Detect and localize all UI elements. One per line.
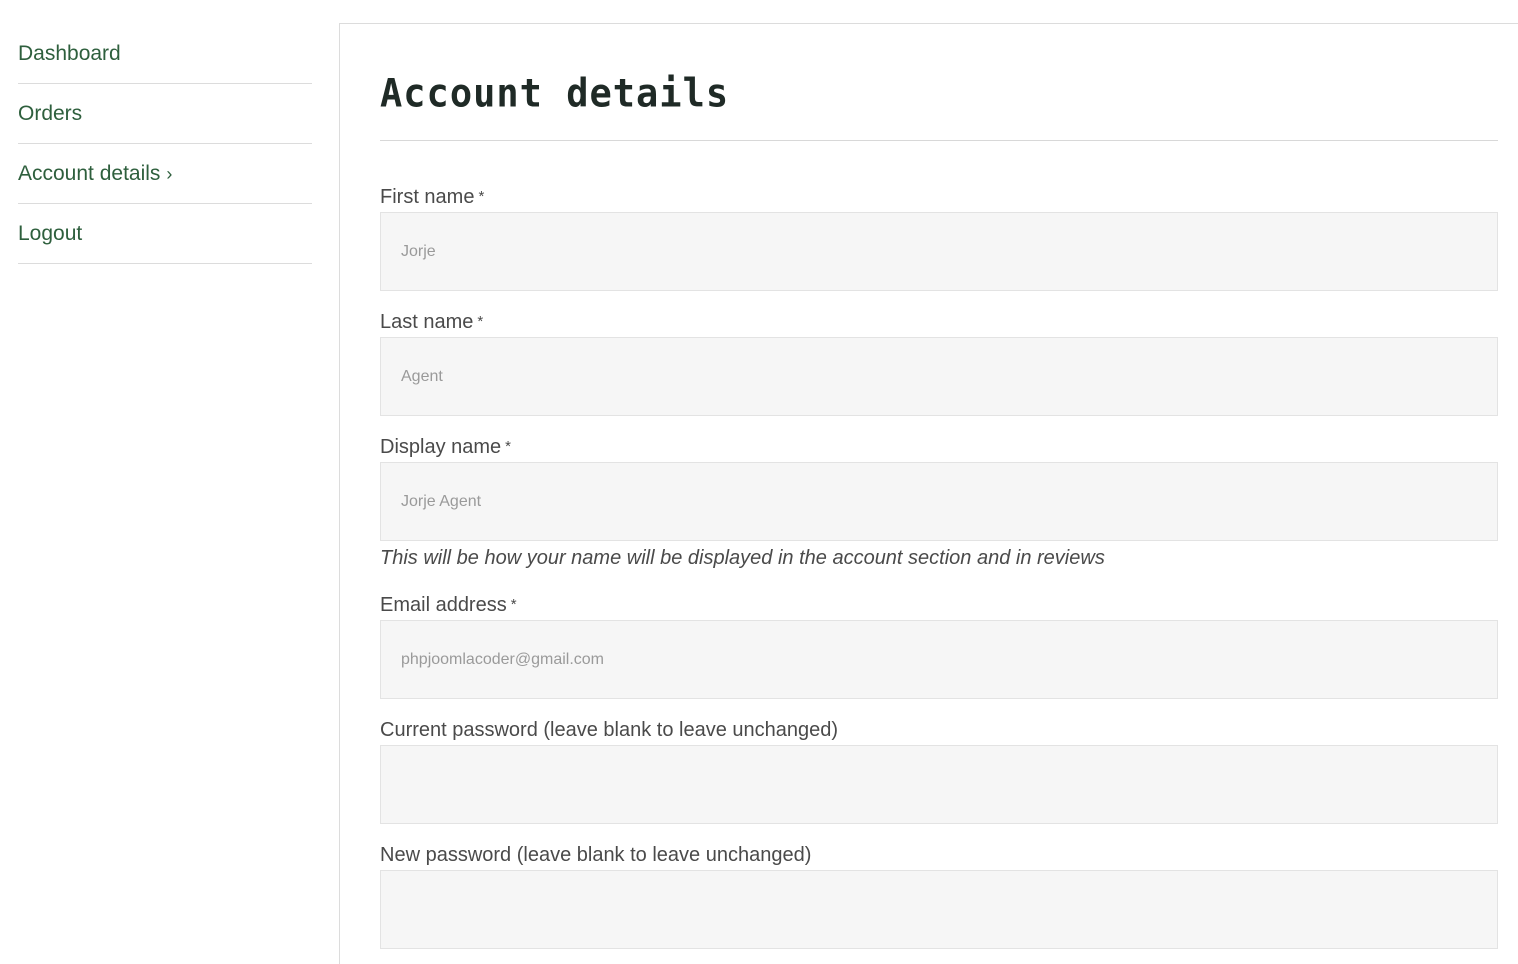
required-mark: * — [478, 188, 485, 205]
new-password-label: New password (leave blank to leave uncha… — [380, 844, 812, 866]
required-mark: * — [505, 438, 512, 455]
display-name-hint: This will be how your name will be displ… — [380, 547, 1105, 569]
required-mark: * — [510, 596, 517, 613]
display-name-field-group: Display name * — [380, 432, 1498, 541]
sidebar-item-account-details[interactable]: Account details › — [18, 144, 312, 204]
sidebar-item-label: Logout — [18, 222, 83, 245]
first-name-label: First name * — [380, 186, 485, 208]
sidebar-item-dashboard[interactable]: Dashboard — [18, 24, 312, 84]
new-password-input[interactable] — [380, 870, 1498, 949]
sidebar-item-label: Orders — [18, 102, 83, 125]
account-navigation: Dashboard Orders Account details › Logout — [18, 24, 312, 264]
first-name-input[interactable] — [380, 212, 1498, 291]
last-name-input[interactable] — [380, 337, 1498, 416]
last-name-field-group: Last name * — [380, 307, 1498, 416]
email-input[interactable] — [380, 620, 1498, 699]
required-mark: * — [477, 313, 484, 330]
page-header: Account details — [380, 62, 1498, 141]
sidebar-item-logout[interactable]: Logout — [18, 204, 312, 264]
email-label: Email address * — [380, 594, 517, 616]
last-name-label: Last name * — [380, 311, 484, 333]
chevron-right-icon: › — [166, 164, 173, 184]
sidebar-item-label: Dashboard — [18, 42, 121, 65]
current-password-input[interactable] — [380, 745, 1498, 824]
page-title: Account details — [380, 70, 730, 117]
sidebar-item-label: Account details — [18, 162, 161, 185]
current-password-field-group: Current password (leave blank to leave u… — [380, 715, 1498, 824]
email-field-group: Email address * — [380, 590, 1498, 699]
current-password-label: Current password (leave blank to leave u… — [380, 719, 839, 741]
new-password-field-group: New password (leave blank to leave uncha… — [380, 840, 1498, 949]
display-name-label: Display name * — [380, 436, 512, 458]
first-name-field-group: First name * — [380, 182, 1498, 291]
display-name-input[interactable] — [380, 462, 1498, 541]
sidebar-item-orders[interactable]: Orders — [18, 84, 312, 144]
